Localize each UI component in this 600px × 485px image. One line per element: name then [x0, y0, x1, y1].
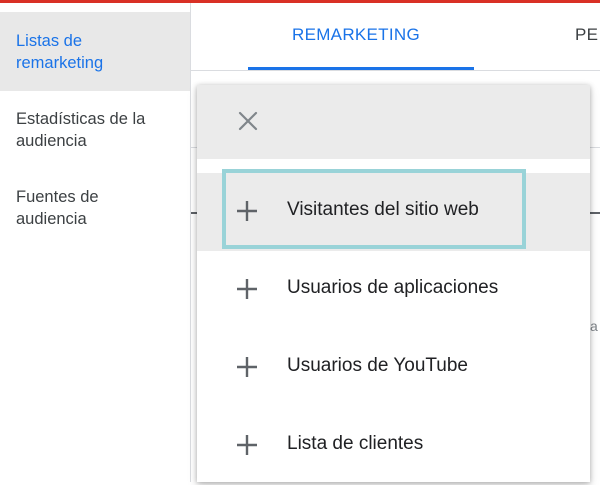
plus-icon: [237, 357, 257, 377]
sidebar-item-label: Listas de remarketing: [16, 32, 104, 72]
menu-item-customer-list[interactable]: Lista de clientes: [197, 407, 590, 485]
menu-item-label: Lista de clientes: [287, 433, 424, 454]
menu-item-label: Visitantes del sitio web: [287, 199, 479, 220]
menu-header: [197, 85, 590, 159]
plus-icon: [237, 279, 257, 299]
menu-item-website-visitors[interactable]: Visitantes del sitio web: [197, 173, 590, 251]
plus-icon: [237, 435, 257, 455]
sidebar-item-label: Estadísticas de la audiencia: [16, 110, 146, 150]
sidebar: Listas de remarketing Estadísticas de la…: [0, 3, 191, 482]
add-audience-menu: Visitantes del sitio web Usuarios de apl…: [197, 85, 590, 482]
menu-item-label: Usuarios de YouTube: [287, 355, 468, 376]
tab-remarketing[interactable]: REMARKETING: [292, 25, 420, 45]
partial-text: a: [590, 318, 598, 334]
tab-bar: REMARKETING PE: [191, 3, 600, 71]
plus-icon: [237, 201, 257, 221]
close-icon[interactable]: [236, 109, 260, 133]
menu-item-youtube-users[interactable]: Usuarios de YouTube: [197, 329, 590, 407]
active-tab-indicator: [248, 67, 474, 70]
sidebar-item-label: Fuentes de audiencia: [16, 188, 99, 228]
menu-item-app-users[interactable]: Usuarios de aplicaciones: [197, 251, 590, 329]
tab-pe[interactable]: PE: [575, 25, 598, 45]
menu-item-label: Usuarios de aplicaciones: [287, 277, 499, 298]
sidebar-item-audience-sources[interactable]: Fuentes de audiencia: [0, 186, 190, 230]
sidebar-item-remarketing-lists[interactable]: Listas de remarketing: [0, 12, 190, 91]
sidebar-item-audience-insights[interactable]: Estadísticas de la audiencia: [0, 108, 190, 152]
